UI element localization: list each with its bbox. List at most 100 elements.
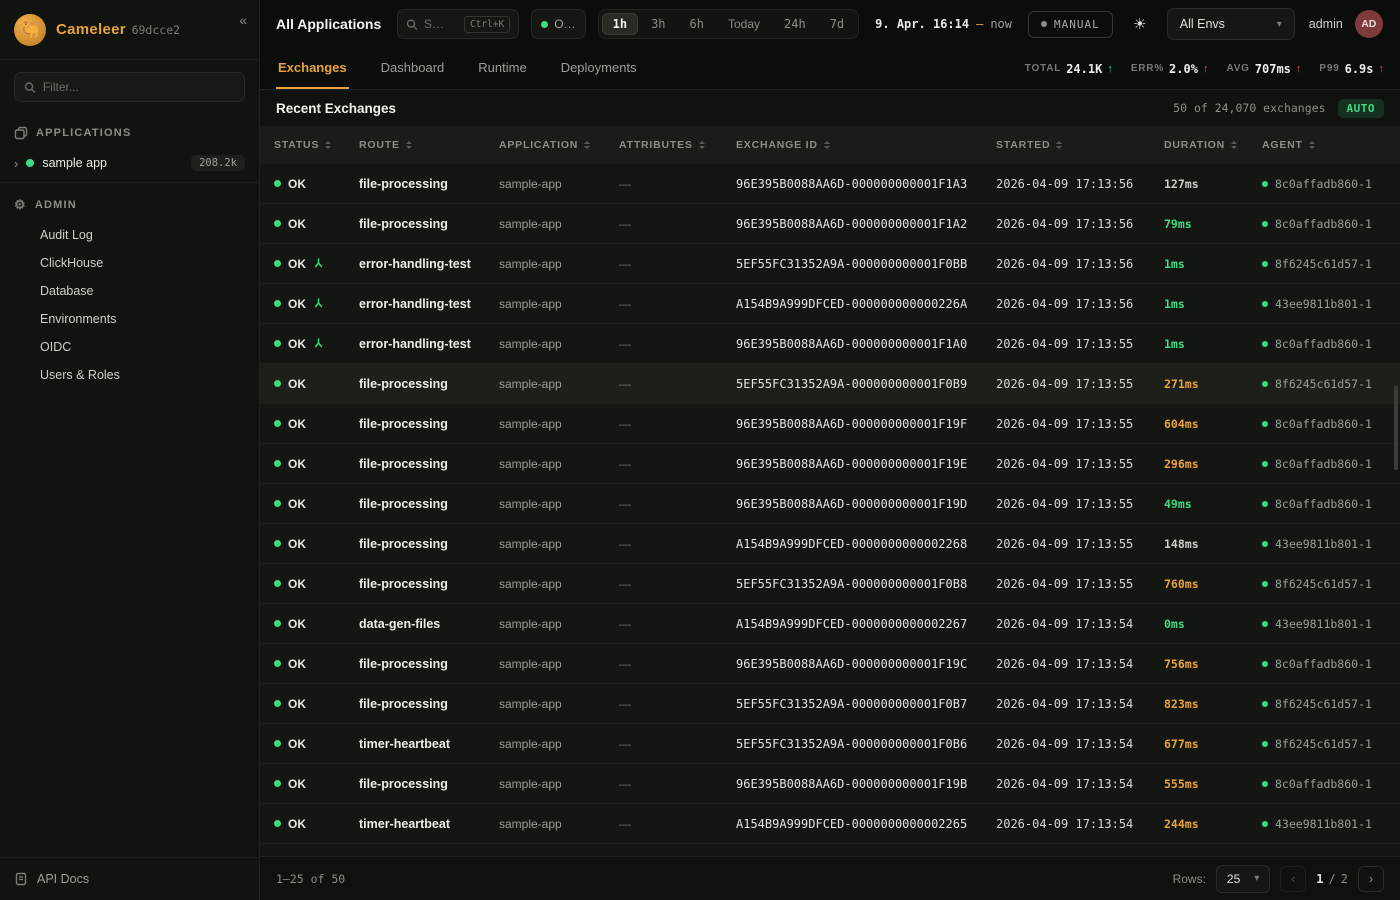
sidebar-item-database[interactable]: Database bbox=[0, 277, 259, 305]
rows-per-page-select[interactable]: 25 ▾ bbox=[1216, 865, 1270, 893]
sidebar-filter[interactable] bbox=[14, 72, 245, 102]
status-ok-dot bbox=[274, 540, 281, 547]
tab-dashboard[interactable]: Dashboard bbox=[379, 48, 447, 89]
table-scrollbar[interactable] bbox=[1394, 386, 1398, 470]
manual-refresh-button[interactable]: MANUAL bbox=[1028, 11, 1113, 38]
table-row[interactable]: OK file-processing sample-app — 5EF55FC3… bbox=[260, 364, 1400, 404]
section-title: Recent Exchanges bbox=[276, 101, 396, 116]
column-header-exchange-id[interactable]: EXCHANGE ID bbox=[736, 139, 996, 151]
chevron-right-icon[interactable]: › bbox=[14, 156, 18, 171]
sort-icon[interactable] bbox=[406, 141, 412, 149]
column-header-status[interactable]: STATUS bbox=[274, 139, 359, 151]
manual-label: MANUAL bbox=[1054, 18, 1100, 31]
column-header-agent[interactable]: AGENT bbox=[1262, 139, 1400, 151]
search-input[interactable] bbox=[424, 17, 458, 31]
attributes-cell: — bbox=[619, 177, 736, 191]
time-range-display[interactable]: 9. Apr. 16:14 — now bbox=[875, 17, 1012, 31]
table-row[interactable]: OK error-handling-test sample-app — 5EF5… bbox=[260, 244, 1400, 284]
sidebar-item-clickhouse[interactable]: ClickHouse bbox=[0, 249, 259, 277]
tab-exchanges[interactable]: Exchanges bbox=[276, 48, 349, 89]
status-label: OK bbox=[288, 577, 306, 591]
status-cell: OK bbox=[274, 257, 359, 271]
table-row[interactable]: OK file-processing sample-app — 96E395B0… bbox=[260, 644, 1400, 684]
next-page-button[interactable]: › bbox=[1358, 866, 1384, 892]
table-row[interactable]: OK error-handling-test sample-app — 96E3… bbox=[260, 324, 1400, 364]
agent-dot bbox=[1262, 701, 1268, 707]
agent-dot bbox=[1262, 341, 1268, 347]
search-icon bbox=[406, 18, 418, 31]
range-24h[interactable]: 24h bbox=[773, 13, 817, 35]
range-7d[interactable]: 7d bbox=[819, 13, 855, 35]
api-docs-link[interactable]: API Docs bbox=[0, 857, 259, 900]
time-to: now bbox=[990, 17, 1012, 31]
sidebar-item-audit-log[interactable]: Audit Log bbox=[0, 221, 259, 249]
column-header-route[interactable]: ROUTE bbox=[359, 139, 499, 151]
time-range-group: 1h 3h 6h Today 24h 7d bbox=[598, 9, 860, 39]
status-ok-dot bbox=[274, 380, 281, 387]
column-header-application[interactable]: APPLICATION bbox=[499, 139, 619, 151]
column-header-duration[interactable]: DURATION bbox=[1164, 139, 1262, 151]
brand-name: Cameleer bbox=[56, 21, 126, 38]
chevron-down-icon: ▾ bbox=[1254, 873, 1259, 884]
table-row[interactable]: OK file-processing sample-app — 5EF55FC3… bbox=[260, 684, 1400, 724]
application-cell: sample-app bbox=[499, 777, 619, 791]
application-cell: sample-app bbox=[499, 177, 619, 191]
avatar[interactable]: AD bbox=[1355, 10, 1383, 38]
table-row[interactable]: OK timer-heartbeat sample-app — A154B9A9… bbox=[260, 804, 1400, 844]
column-header-started[interactable]: STARTED bbox=[996, 139, 1164, 151]
exchange-id-cell: 5EF55FC31352A9A-000000000001F0BB bbox=[736, 257, 996, 271]
application-cell: sample-app bbox=[499, 497, 619, 511]
range-today[interactable]: Today bbox=[717, 13, 771, 35]
attributes-cell: — bbox=[619, 417, 736, 431]
started-cell: 2026-04-09 17:13:55 bbox=[996, 577, 1164, 591]
table-row[interactable]: OK file-processing sample-app — 96E395B0… bbox=[260, 764, 1400, 804]
table-row[interactable]: OK timer-heartbeat sample-app — 5EF55FC3… bbox=[260, 724, 1400, 764]
trend-up-icon: ↑ bbox=[1379, 63, 1385, 75]
sidebar-item-users-roles[interactable]: Users & Roles bbox=[0, 361, 259, 389]
tab-runtime[interactable]: Runtime bbox=[476, 48, 528, 89]
sort-icon[interactable] bbox=[1056, 141, 1062, 149]
cameleer-logo-icon: 🐫 bbox=[14, 14, 46, 46]
agent-cell: 8c0affadb860-1 bbox=[1262, 417, 1400, 431]
sidebar-item-oidc[interactable]: OIDC bbox=[0, 333, 259, 361]
status-cell: OK bbox=[274, 497, 359, 511]
table-row[interactable]: OK file-processing sample-app — 96E395B0… bbox=[260, 404, 1400, 444]
sort-icon[interactable] bbox=[1309, 141, 1315, 149]
global-search[interactable]: Ctrl+K bbox=[397, 9, 519, 39]
filter-input[interactable] bbox=[43, 80, 235, 94]
sort-icon[interactable] bbox=[699, 141, 705, 149]
table-row[interactable]: OK file-processing sample-app — A154B9A9… bbox=[260, 524, 1400, 564]
table-row[interactable]: OK data-gen-files sample-app — A154B9A99… bbox=[260, 604, 1400, 644]
agent-cell: 43ee9811b801-1 bbox=[1262, 617, 1400, 631]
environment-select[interactable]: All Envs ▾ bbox=[1167, 8, 1295, 40]
range-1h[interactable]: 1h bbox=[602, 13, 638, 35]
table-row[interactable]: OK file-processing sample-app — 5EF55FC3… bbox=[260, 564, 1400, 604]
sidebar-item-sample-app[interactable]: › sample app 208.2k bbox=[0, 148, 259, 183]
sort-icon[interactable] bbox=[1231, 141, 1237, 149]
sidebar-item-environments[interactable]: Environments bbox=[0, 305, 259, 333]
sidebar-collapse-icon[interactable]: « bbox=[239, 12, 247, 28]
status-label: OK bbox=[288, 377, 306, 391]
column-header-attributes[interactable]: ATTRIBUTES bbox=[619, 139, 736, 151]
route-cell: file-processing bbox=[359, 697, 499, 711]
range-3h[interactable]: 3h bbox=[640, 13, 676, 35]
app-root: 🐫 Cameleer 69dcce2 « APPLICATIONS bbox=[0, 0, 1400, 900]
range-6h[interactable]: 6h bbox=[679, 13, 715, 35]
theme-toggle-button[interactable]: ☀ bbox=[1125, 9, 1155, 39]
sort-icon[interactable] bbox=[584, 141, 590, 149]
sort-icon[interactable] bbox=[824, 141, 830, 149]
agent-id: 43ee9811b801-1 bbox=[1275, 617, 1372, 631]
table-row[interactable]: OK file-processing sample-app — 96E395B0… bbox=[260, 444, 1400, 484]
tab-deployments[interactable]: Deployments bbox=[559, 48, 639, 89]
online-indicator[interactable]: O… bbox=[531, 9, 585, 39]
table-row[interactable]: OK file-processing sample-app — 96E395B0… bbox=[260, 164, 1400, 204]
duration-cell: 79ms bbox=[1164, 217, 1262, 231]
started-cell: 2026-04-09 17:13:56 bbox=[996, 297, 1164, 311]
table-row[interactable]: OK file-processing sample-app — 96E395B0… bbox=[260, 484, 1400, 524]
agent-dot bbox=[1262, 261, 1268, 267]
prev-page-button[interactable]: ‹ bbox=[1280, 866, 1306, 892]
auto-refresh-badge[interactable]: AUTO bbox=[1338, 99, 1385, 118]
table-row[interactable]: OK file-processing sample-app — 96E395B0… bbox=[260, 204, 1400, 244]
table-row[interactable]: OK error-handling-test sample-app — A154… bbox=[260, 284, 1400, 324]
sort-icon[interactable] bbox=[325, 141, 331, 149]
